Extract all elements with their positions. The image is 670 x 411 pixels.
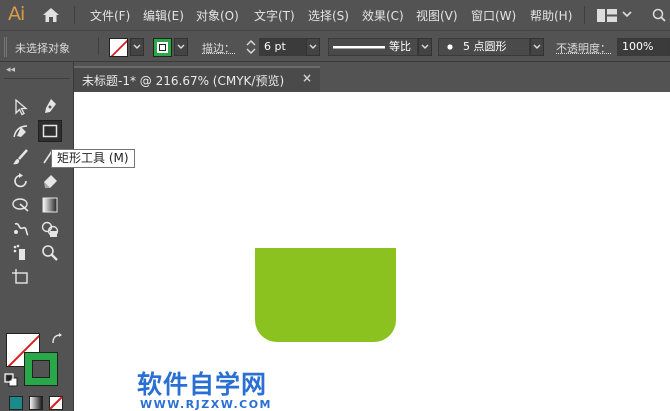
profile-dropdown[interactable]: [418, 38, 432, 56]
none-slash-icon: [110, 39, 127, 56]
menu-view[interactable]: 视图(V): [416, 7, 458, 24]
symbol-sprayer-tool[interactable]: [9, 242, 33, 264]
close-icon[interactable]: ×: [302, 71, 312, 85]
round-brush-icon: [447, 44, 453, 50]
control-bar: 未选择对象 描边： 6 pt 等比 5 点圆形 不透明度： 100%: [0, 30, 670, 62]
menu-separator: [584, 6, 585, 24]
document-tab-title: 未标题-1* @ 216.67% (CMYK/预览): [82, 74, 285, 88]
rectangle-tool[interactable]: [38, 120, 62, 142]
curvature-pen-icon: [13, 125, 28, 138]
rectangle-icon: [42, 124, 58, 138]
variable-width-profile[interactable]: 等比: [328, 38, 418, 56]
stroke-color-box[interactable]: [24, 352, 58, 386]
chevron-down-icon: [421, 44, 429, 49]
artboard-canvas[interactable]: 软件自学网 WWW.RJZXW.COM: [74, 92, 670, 411]
panel-collapse-icon[interactable]: ◂◂: [6, 65, 15, 75]
opacity-label[interactable]: 不透明度：: [556, 40, 611, 56]
pen-nib-icon: [45, 99, 56, 113]
brush-definition[interactable]: 5 点圆形: [438, 38, 530, 56]
default-colors-icon[interactable]: [4, 373, 18, 387]
zoom-magnifier-icon: [42, 245, 58, 261]
puppet-warp-icon: [14, 222, 29, 236]
menu-type[interactable]: 文字(T): [254, 7, 295, 24]
stepper-arrows-icon[interactable]: [245, 38, 257, 56]
stroke-weight-field[interactable]: 6 pt: [259, 38, 307, 56]
chevron-down-icon: [533, 44, 541, 49]
rotate-icon: [14, 173, 27, 188]
menu-select[interactable]: 选择(S): [308, 7, 349, 24]
paintbrush-icon: [13, 149, 28, 165]
watermark-title: 软件自学网: [137, 370, 268, 399]
gradient-tool[interactable]: [38, 194, 62, 216]
swap-fill-stroke-icon[interactable]: [50, 332, 64, 346]
chevron-down-icon: [133, 44, 141, 49]
gradient-mode-icon[interactable]: [29, 396, 43, 410]
brush-dropdown[interactable]: [530, 38, 544, 56]
color-mode-button[interactable]: [9, 396, 23, 410]
stroke-box-hole: [32, 360, 50, 378]
stroke-swatch[interactable]: [153, 38, 172, 57]
shape-builder-icon: [41, 221, 59, 237]
eraser-tool[interactable]: [38, 170, 62, 192]
watermark-url: WWW.RJZXW.COM: [140, 398, 272, 411]
gradient-icon: [42, 197, 58, 213]
selection-tool[interactable]: [9, 96, 33, 118]
panel-grip-icon[interactable]: [4, 37, 8, 57]
stroke-label[interactable]: 描边：: [202, 40, 235, 56]
stroke-weight-dropdown[interactable]: [306, 38, 320, 56]
selection-arrow-icon: [15, 98, 28, 116]
warp-tool[interactable]: [9, 194, 33, 216]
menu-edit[interactable]: 编辑(E): [143, 7, 184, 24]
menu-object[interactable]: 对象(O): [196, 7, 239, 24]
none-mode-icon[interactable]: [49, 396, 63, 410]
profile-line-icon: [333, 46, 385, 49]
eraser-icon: [44, 175, 57, 188]
menu-help[interactable]: 帮助(H): [530, 7, 572, 24]
puppet-warp-tool[interactable]: [9, 218, 33, 240]
toolbar-divider: [4, 78, 70, 79]
stroke-dropdown[interactable]: [174, 38, 188, 56]
artboard-tool[interactable]: [9, 266, 33, 288]
warp-icon: [12, 198, 29, 212]
paintbrush-tool[interactable]: [9, 146, 33, 168]
opacity-field[interactable]: 100%: [617, 38, 670, 56]
tab-strip: [320, 66, 670, 92]
curvature-tool[interactable]: [9, 120, 33, 142]
workspace-grid-icon[interactable]: [597, 9, 617, 22]
sprayer-icon: [13, 244, 25, 260]
tools-panel: ◂◂: [0, 62, 74, 411]
rounded-rectangle-shape[interactable]: [255, 248, 396, 342]
menu-bar: Ai 文件(F) 编辑(E) 对象(O) 文字(T) 选择(S) 效果(C) 视…: [0, 0, 670, 30]
menu-window[interactable]: 窗口(W): [471, 7, 516, 24]
shape-builder-tool[interactable]: [38, 218, 62, 240]
app-logo: Ai: [8, 3, 25, 25]
fill-dropdown[interactable]: [130, 38, 144, 56]
rotate-tool[interactable]: [9, 170, 33, 192]
menu-separator: [74, 6, 75, 24]
chevron-down-icon: [309, 44, 317, 49]
stroke-square-icon: [154, 39, 171, 56]
zoom-tool[interactable]: [38, 242, 62, 264]
home-icon[interactable]: [42, 7, 60, 23]
brush-label: 5 点圆形: [463, 40, 507, 53]
menu-file[interactable]: 文件(F): [90, 7, 130, 24]
document-tab[interactable]: 未标题-1* @ 216.67% (CMYK/预览) ×: [74, 66, 320, 92]
selection-status: 未选择对象: [15, 42, 70, 55]
chevron-down-icon: [177, 44, 185, 49]
artboard-icon: [12, 269, 28, 284]
chevron-down-icon[interactable]: [622, 10, 632, 18]
tool-tooltip: 矩形工具 (M): [51, 149, 135, 168]
pen-tool[interactable]: [38, 96, 62, 118]
profile-label: 等比: [389, 40, 411, 53]
control-separator: [98, 37, 99, 55]
fill-swatch[interactable]: [109, 38, 128, 57]
menu-effect[interactable]: 效果(C): [362, 7, 404, 24]
search-icon[interactable]: [652, 8, 666, 22]
